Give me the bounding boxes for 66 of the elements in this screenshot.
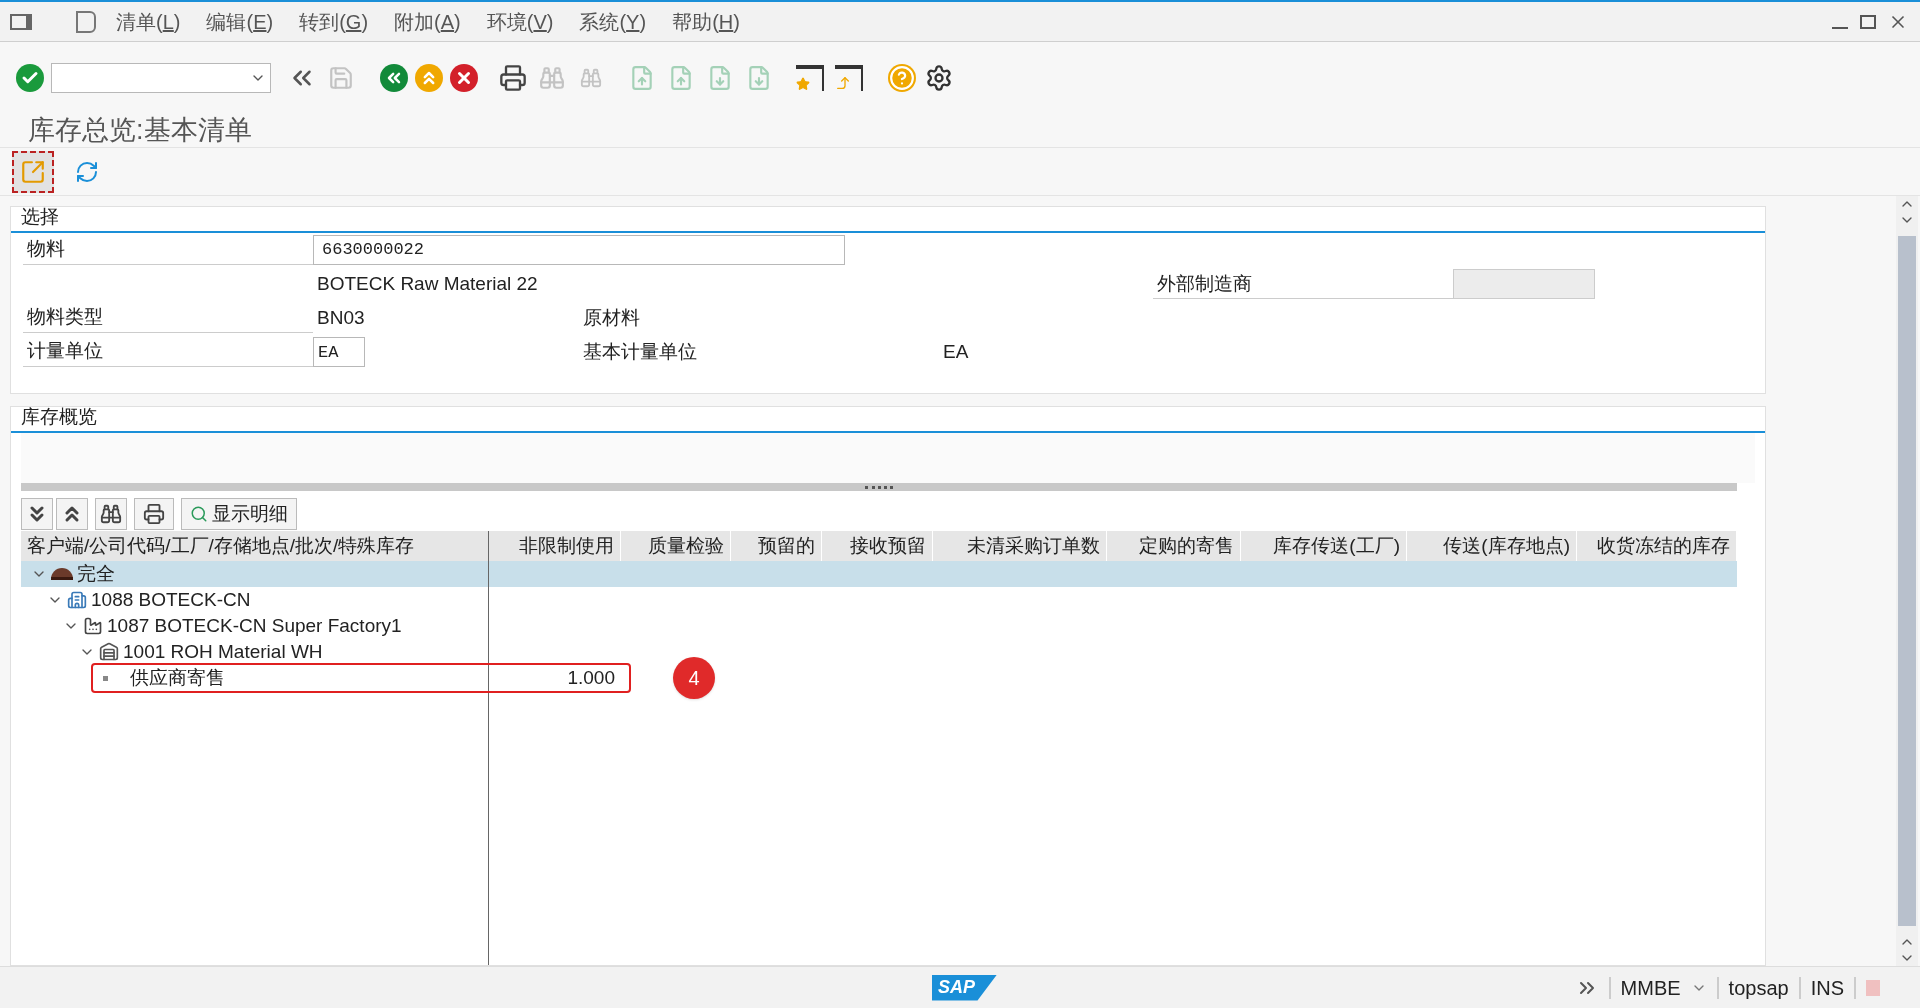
field-label: 物料类型 xyxy=(23,303,313,333)
menu-item[interactable]: 附加(A) xyxy=(394,6,461,37)
magnifier-icon xyxy=(190,505,208,523)
input-mode: INS xyxy=(1810,975,1844,1001)
step-badge: 4 xyxy=(673,657,715,699)
find-button[interactable] xyxy=(95,498,127,530)
material-field[interactable]: 6630000022 xyxy=(313,235,845,265)
tree-node-label: 1087 BOTECK-CN Super Factory1 xyxy=(107,613,402,638)
status-graph-icon xyxy=(1866,979,1880,996)
tree-node-label: 供应商寄售 xyxy=(130,665,225,690)
minimize-icon[interactable] xyxy=(1832,26,1848,29)
menu-item[interactable]: 清单(L) xyxy=(116,6,181,37)
tree-row[interactable]: 完全 xyxy=(21,561,1737,587)
transaction-code: MMBE xyxy=(1620,975,1681,1001)
menu-item[interactable]: 编辑(E) xyxy=(206,6,274,37)
back-icon[interactable] xyxy=(380,64,408,92)
export-icon xyxy=(20,158,46,185)
print-icon xyxy=(143,503,165,525)
splitter-handle[interactable] xyxy=(865,485,893,489)
tree-node-label: 完全 xyxy=(77,561,115,586)
base-unit-value: EA xyxy=(942,339,970,364)
window-star-icon[interactable] xyxy=(794,62,826,94)
menu-item[interactable]: 环境(V) xyxy=(486,6,554,37)
export-button[interactable] xyxy=(12,150,54,193)
hat-icon xyxy=(51,568,73,580)
tree-row[interactable]: 1088 BOTECK-CN xyxy=(21,587,1737,613)
field-label: 外部制造商 xyxy=(1153,269,1453,299)
bullet-icon xyxy=(103,675,108,681)
tree-node-label: 1088 BOTECK-CN xyxy=(91,587,251,612)
table-cell-text: 1.000 xyxy=(566,665,616,690)
menu-item[interactable]: 帮助(H) xyxy=(672,6,740,37)
unit-field[interactable]: EA xyxy=(313,337,365,368)
window-arrow-icon[interactable] xyxy=(833,62,865,94)
refresh-icon xyxy=(75,159,99,184)
material-description: BOTECK Raw Material 22 xyxy=(316,271,539,296)
warehouse-icon xyxy=(99,642,119,662)
layout-icon[interactable] xyxy=(76,10,96,33)
collapse-all-button[interactable] xyxy=(56,498,88,530)
cancel-icon[interactable] xyxy=(450,64,478,92)
menu-item[interactable]: 系统(Y) xyxy=(579,6,647,37)
material-type-value: BN03 xyxy=(316,305,366,330)
field-label: 基本计量单位 xyxy=(583,339,698,364)
field-label: 物料 xyxy=(23,235,313,265)
logo: SAP xyxy=(932,974,997,1001)
page-title: 库存总览:基本清单 xyxy=(28,114,252,148)
scrollbar[interactable] xyxy=(1896,196,1918,966)
material-type-text: 原材料 xyxy=(583,305,641,330)
user-name: topsap xyxy=(1728,975,1789,1001)
print-icon[interactable] xyxy=(497,62,529,94)
command-field[interactable] xyxy=(51,63,271,93)
restore-icon[interactable] xyxy=(1860,14,1876,29)
expand-all-button[interactable] xyxy=(21,498,53,530)
section-heading: 库存概览 xyxy=(21,404,97,429)
menu-icon[interactable] xyxy=(10,13,32,30)
tree-row[interactable]: 1087 BOTECK-CN Super Factory1 xyxy=(21,613,1737,639)
print-button[interactable] xyxy=(134,498,174,530)
check-icon[interactable] xyxy=(16,64,44,92)
manufacturer-field[interactable] xyxy=(1453,269,1595,299)
factory-icon xyxy=(83,616,103,636)
building-icon xyxy=(67,590,87,610)
tree-node-label: 1001 ROH Material WH xyxy=(123,639,323,664)
field-label: 计量单位 xyxy=(23,337,313,367)
details-button[interactable]: 显示明细 xyxy=(181,498,297,530)
menu-item[interactable]: 转到(G) xyxy=(299,6,369,37)
binoculars-icon xyxy=(100,503,122,525)
section-heading: 选择 xyxy=(21,204,59,229)
